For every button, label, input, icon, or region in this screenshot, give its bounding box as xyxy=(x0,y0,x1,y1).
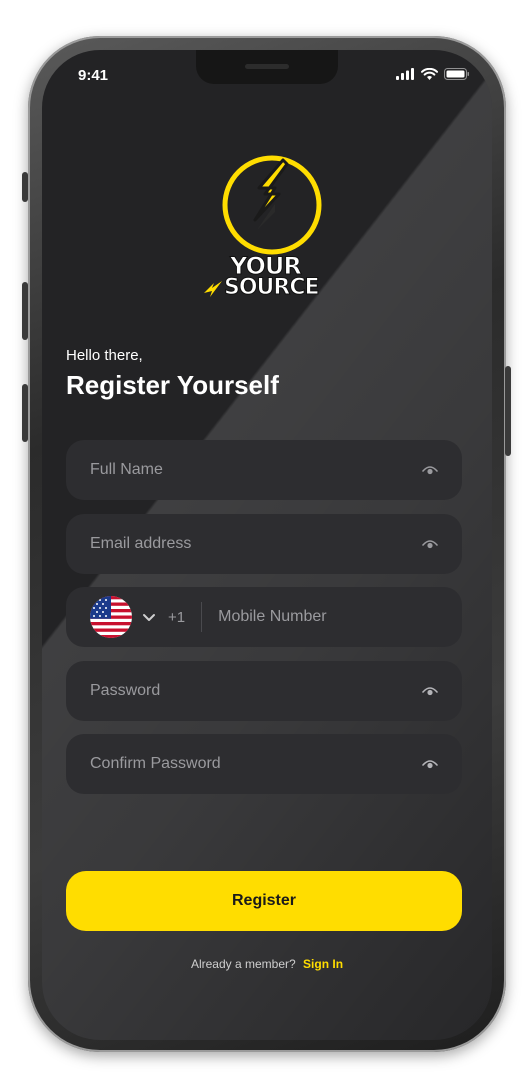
volume-down-button xyxy=(22,384,28,442)
notch xyxy=(196,50,338,84)
confirm-password-field[interactable]: Confirm Password xyxy=(66,734,462,794)
confirm-password-placeholder: Confirm Password xyxy=(90,755,221,772)
brand-line-2: SOURCE xyxy=(224,275,321,300)
power-button xyxy=(505,366,511,456)
eye-icon[interactable] xyxy=(422,758,438,770)
signin-prompt: Already a member? xyxy=(190,957,296,971)
eye-icon[interactable] xyxy=(422,685,438,697)
status-icons xyxy=(396,68,470,80)
page-title: Register Yourself xyxy=(66,370,279,400)
email-placeholder: Email address xyxy=(90,535,192,552)
divider xyxy=(201,602,203,632)
wifi-icon xyxy=(421,68,438,80)
password-field[interactable]: Password xyxy=(66,661,462,721)
chevron-down-icon[interactable] xyxy=(142,612,156,622)
dial-code: +1 xyxy=(168,608,186,626)
signal-icon xyxy=(396,68,414,80)
volume-up-button xyxy=(22,282,28,340)
us-flag-icon[interactable] xyxy=(90,596,132,638)
mobile-number-placeholder: Mobile Number xyxy=(218,608,327,625)
email-field[interactable]: Email address xyxy=(66,514,462,574)
eye-icon[interactable] xyxy=(422,538,438,550)
brand-wordmark: YOUR SOURCE xyxy=(202,254,332,299)
greeting-text: Hello there, xyxy=(66,347,143,364)
full-name-field[interactable]: Full Name xyxy=(66,440,462,500)
phone-screen: 9:41 YOUR SOURCE Hello there, Register Y… xyxy=(42,50,492,1040)
mobile-number-field[interactable]: +1 Mobile Number xyxy=(66,587,462,647)
eye-icon[interactable] xyxy=(422,464,438,476)
lightning-bolt-icon xyxy=(222,155,322,255)
signin-row: Already a member? Sign In xyxy=(42,957,492,971)
password-placeholder: Password xyxy=(90,682,161,699)
battery-icon xyxy=(444,68,469,80)
bolt-s-icon xyxy=(204,281,222,297)
full-name-placeholder: Full Name xyxy=(90,461,163,478)
signin-link[interactable]: Sign In xyxy=(303,957,343,971)
status-time: 9:41 xyxy=(78,67,109,84)
mute-switch xyxy=(22,172,28,202)
speaker-grille xyxy=(245,64,289,69)
register-button[interactable]: Register xyxy=(66,871,462,931)
